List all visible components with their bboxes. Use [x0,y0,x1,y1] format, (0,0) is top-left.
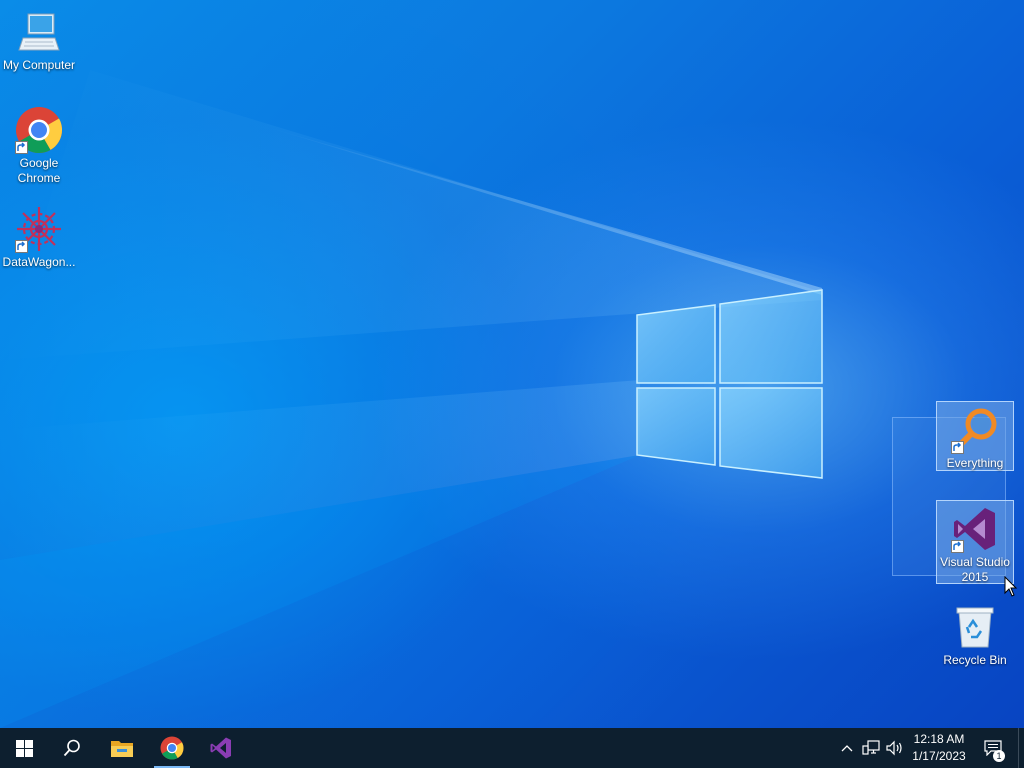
file-explorer-button[interactable] [98,728,146,768]
chrome-icon [15,106,63,154]
start-button[interactable] [0,728,48,768]
action-center-button[interactable] [980,728,1006,768]
shortcut-arrow-icon [951,441,964,454]
wallpaper-beams [0,70,822,728]
folder-icon [111,741,133,757]
desktop-icon-label: Visual Studio 2015 [940,555,1010,584]
taskbar: 12:18 AM 1/17/2023 [0,728,1024,768]
datawagon-icon [15,205,63,253]
notification-count-badge: 1 [993,750,1005,762]
clock-time: 12:18 AM [913,732,965,746]
desktop-icon-label: DataWagon... [2,255,76,269]
desktop-icon-label: Recycle Bin [943,653,1007,667]
desktop-icon-google-chrome[interactable]: Google Chrome [0,102,78,186]
desktop[interactable]: My Computer Google Chrome DataWagon... E… [0,0,1024,728]
show-hidden-icons-button[interactable] [838,728,856,768]
desktop-icon-everything[interactable]: Everything [936,401,1014,471]
show-desktop-button[interactable] [1018,728,1024,768]
desktop-icon-recycle-bin[interactable]: Recycle Bin [936,599,1014,668]
desktop-icon-visual-studio-2015[interactable]: Visual Studio 2015 [936,500,1014,584]
shortcut-arrow-icon [15,141,28,154]
desktop-icon-label: Google Chrome [17,156,61,185]
mouse-cursor-icon [1004,576,1018,597]
chrome-icon [160,736,184,760]
volume-button[interactable] [884,728,906,768]
network-button[interactable] [860,728,882,768]
search-button[interactable] [48,728,96,768]
visual-studio-icon [951,505,999,553]
clock-date: 1/17/2023 [912,749,966,763]
recycle-bin-icon [951,603,999,651]
desktop-icon-my-computer[interactable]: My Computer [0,4,78,73]
shortcut-arrow-icon [15,240,28,253]
chrome-taskbar-button[interactable] [148,728,196,768]
desktop-icon-label: Everything [946,456,1004,470]
desktop-icon-label: My Computer [2,58,76,72]
visual-studio-taskbar-button[interactable] [197,728,245,768]
network-icon [862,740,880,755]
shortcut-arrow-icon [951,540,964,553]
chevron-up-icon [841,745,853,752]
visual-studio-icon [210,737,231,759]
speaker-icon [886,740,902,756]
computer-icon [15,8,63,56]
desktop-icon-datawagon[interactable]: DataWagon... [0,201,78,270]
search-icon [63,739,80,757]
everything-search-icon [951,406,999,454]
windows-logo-icon [15,739,33,757]
wallpaper-windows-logo [636,289,823,479]
taskbar-clock[interactable]: 12:18 AM 1/17/2023 [906,731,972,765]
